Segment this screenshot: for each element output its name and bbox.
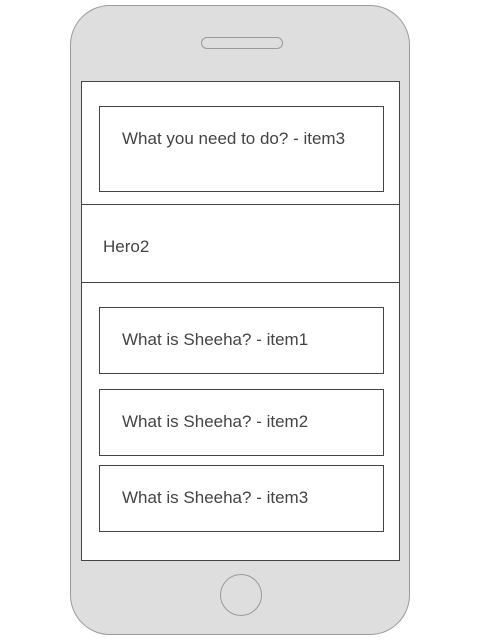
list-item-label: What is Sheeha? - item1: [122, 330, 309, 349]
hero-section: Hero2: [81, 205, 400, 282]
list-item-label: What is Sheeha? - item2: [122, 412, 309, 431]
speaker-grille: [201, 37, 283, 49]
home-button[interactable]: [220, 574, 262, 616]
hero-label: Hero2: [103, 237, 150, 256]
top-card-label: What you need to do? - item3: [122, 129, 346, 148]
list-item[interactable]: What is Sheeha? - item1: [99, 307, 384, 374]
list-item-label: What is Sheeha? - item3: [122, 488, 309, 507]
list-item[interactable]: What is Sheeha? - item3: [99, 465, 384, 532]
divider: [81, 282, 400, 283]
list-item[interactable]: What is Sheeha? - item2: [99, 389, 384, 456]
top-card[interactable]: What you need to do? - item3: [99, 106, 384, 192]
